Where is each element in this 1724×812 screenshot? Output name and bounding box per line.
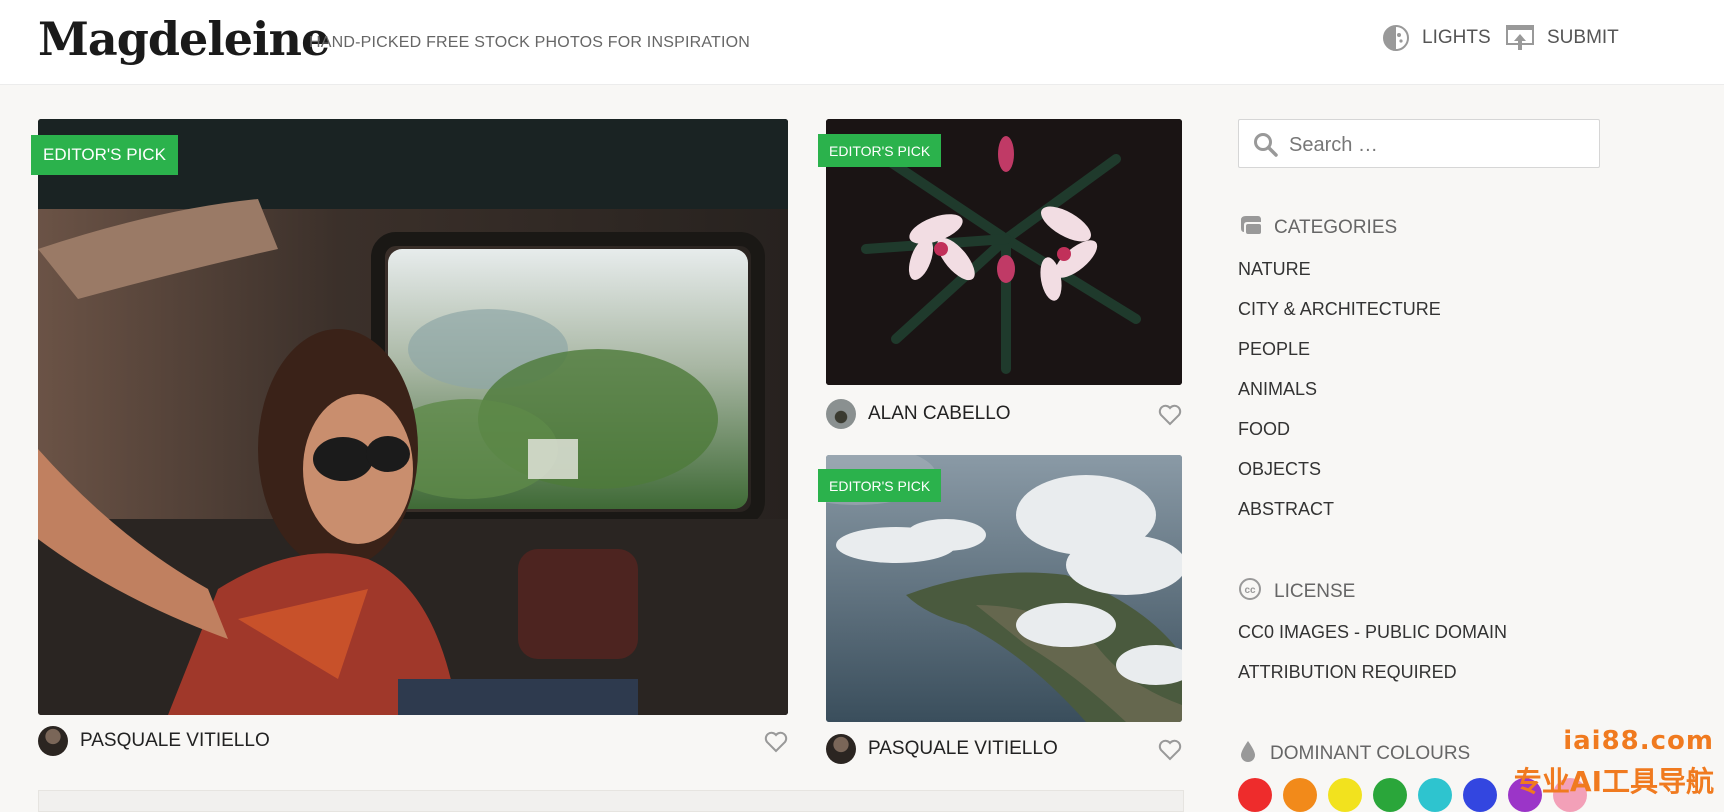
avatar (826, 399, 856, 429)
creative-commons-icon: cc (1238, 577, 1262, 607)
colour-swatch[interactable] (1238, 778, 1272, 812)
heart-icon[interactable] (764, 731, 788, 753)
colours-heading: DOMINANT COLOURS (1238, 739, 1470, 769)
author-name[interactable]: PASQUALE VITIELLO (868, 738, 1058, 760)
category-city-architecture[interactable]: CITY & ARCHITECTURE (1238, 299, 1441, 320)
colours-title: DOMINANT COLOURS (1270, 743, 1471, 764)
photo-credit[interactable]: PASQUALE VITIELLO (38, 726, 270, 756)
lights-icon (1382, 24, 1410, 52)
site-logo[interactable]: Magdeleine (38, 12, 330, 66)
watermark-url: iai88.com (1563, 726, 1714, 756)
lights-label: LIGHTS (1422, 27, 1491, 48)
colour-swatch[interactable] (1373, 778, 1407, 812)
editors-pick-badge: EDITOR'S PICK (818, 469, 942, 502)
droplet-icon (1238, 739, 1258, 769)
heart-icon[interactable] (1158, 404, 1182, 426)
categories-icon (1238, 214, 1262, 242)
svg-text:cc: cc (1244, 585, 1256, 596)
category-food[interactable]: FOOD (1238, 419, 1290, 440)
colour-swatch[interactable] (1463, 778, 1497, 812)
photo-woman-in-car-image (38, 119, 788, 715)
license-attribution[interactable]: ATTRIBUTION REQUIRED (1238, 662, 1457, 683)
category-abstract[interactable]: ABSTRACT (1238, 499, 1334, 520)
site-header: Magdeleine HAND-PICKED FREE STOCK PHOTOS… (0, 0, 1724, 85)
category-nature[interactable]: NATURE (1238, 259, 1311, 280)
search-icon (1254, 133, 1278, 157)
avatar (38, 726, 68, 756)
search-box[interactable] (1238, 119, 1600, 168)
photo-credit[interactable]: PASQUALE VITIELLO (826, 734, 1058, 764)
photo-woman-in-car[interactable] (38, 119, 788, 715)
editors-pick-badge: EDITOR'S PICK (818, 134, 942, 167)
colour-swatch[interactable] (1328, 778, 1362, 812)
next-row-placeholder (38, 790, 1184, 812)
colour-swatch[interactable] (1418, 778, 1452, 812)
avatar (826, 734, 856, 764)
author-name[interactable]: PASQUALE VITIELLO (80, 730, 270, 752)
site-tagline: HAND-PICKED FREE STOCK PHOTOS FOR INSPIR… (309, 34, 751, 51)
lights-toggle[interactable]: LIGHTS (1382, 24, 1491, 52)
photo-credit[interactable]: ALAN CABELLO (826, 399, 1011, 429)
upload-icon (1505, 24, 1535, 52)
category-objects[interactable]: OBJECTS (1238, 459, 1321, 480)
author-name[interactable]: ALAN CABELLO (868, 403, 1011, 425)
category-people[interactable]: PEOPLE (1238, 339, 1310, 360)
colour-swatch[interactable] (1283, 778, 1317, 812)
submit-label: SUBMIT (1547, 27, 1619, 48)
categories-heading: CATEGORIES (1238, 214, 1397, 242)
watermark-slogan: 专业AI工具导航 (1513, 765, 1714, 798)
heart-icon[interactable] (1158, 739, 1182, 761)
license-cc0[interactable]: CC0 IMAGES - PUBLIC DOMAIN (1238, 622, 1507, 643)
editors-pick-badge: EDITOR'S PICK (31, 135, 178, 175)
search-input[interactable] (1287, 128, 1591, 162)
license-heading: cc LICENSE (1238, 577, 1355, 607)
license-title: LICENSE (1274, 581, 1356, 602)
submit-link[interactable]: SUBMIT (1505, 24, 1619, 52)
category-animals[interactable]: ANIMALS (1238, 379, 1317, 400)
categories-title: CATEGORIES (1274, 217, 1398, 238)
watermark: iai88.com 专业AI工具导航 (1514, 726, 1714, 800)
